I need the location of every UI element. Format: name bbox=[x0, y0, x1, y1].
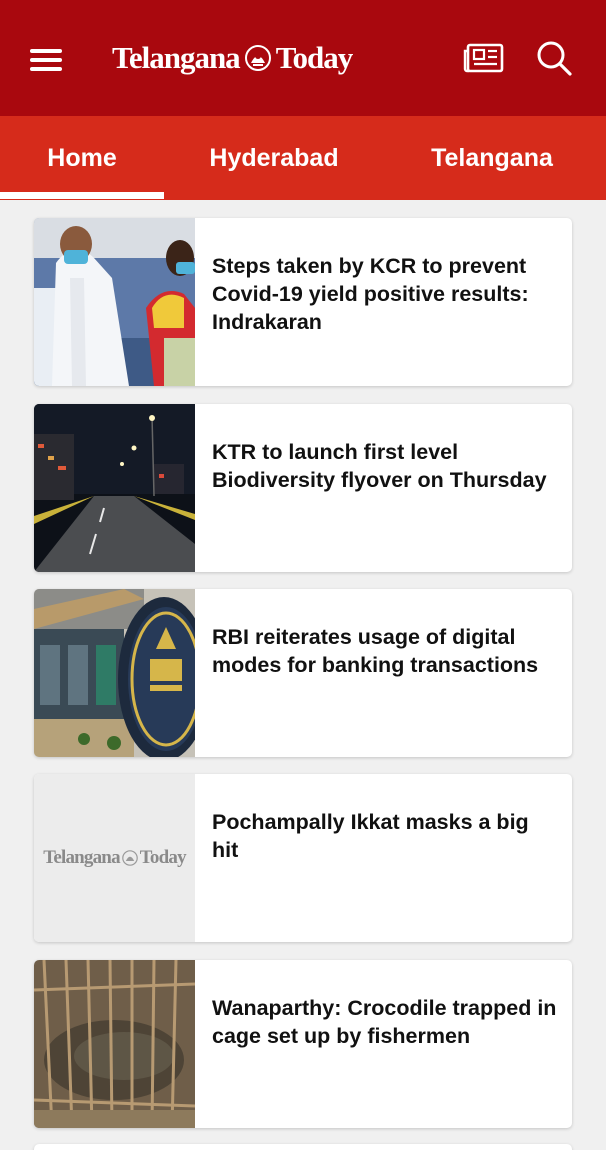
article-thumbnail bbox=[34, 589, 195, 757]
tab-hyderabad[interactable]: Hyderabad bbox=[186, 116, 362, 200]
article-card[interactable]: RBI reiterates usage of digital modes fo… bbox=[34, 589, 572, 757]
tab-home[interactable]: Home bbox=[0, 116, 164, 200]
article-card[interactable] bbox=[34, 1144, 572, 1150]
brand-logo[interactable]: Telangana Today bbox=[112, 36, 354, 80]
article-thumbnail bbox=[34, 960, 195, 1128]
emblem-icon bbox=[244, 45, 271, 71]
article-thumbnail bbox=[34, 404, 195, 572]
article-card[interactable]: Wanaparthy: Crocodile trapped in cage se… bbox=[34, 960, 572, 1128]
article-headline[interactable]: RBI reiterates usage of digital modes fo… bbox=[212, 623, 560, 679]
hamburger-menu-icon[interactable] bbox=[30, 46, 64, 72]
article-card[interactable]: Steps taken by KCR to prevent Covid-19 y… bbox=[34, 218, 572, 386]
article-card[interactable]: KTR to launch first level Biodiversity f… bbox=[34, 404, 572, 572]
article-thumbnail bbox=[34, 218, 195, 386]
placeholder-logo: Telangana Today bbox=[34, 774, 195, 942]
article-headline[interactable]: Steps taken by KCR to prevent Covid-19 y… bbox=[212, 252, 560, 336]
emblem-icon bbox=[121, 850, 138, 866]
placeholder-brand-part2: Today bbox=[139, 847, 187, 868]
article-card[interactable]: Telangana Today Pochampally Ikkat masks … bbox=[34, 774, 572, 942]
article-headline[interactable]: Pochampally Ikkat masks a big hit bbox=[212, 808, 560, 864]
tab-telangana[interactable]: Telangana bbox=[402, 116, 582, 200]
brand-name-part2: Today bbox=[275, 40, 354, 75]
active-tab-indicator bbox=[0, 192, 164, 199]
newspaper-icon[interactable] bbox=[463, 42, 505, 74]
article-thumbnail: Telangana Today bbox=[34, 774, 195, 942]
search-icon[interactable] bbox=[534, 38, 574, 78]
placeholder-brand-part1: Telangana bbox=[43, 847, 120, 868]
article-headline[interactable]: KTR to launch first level Biodiversity f… bbox=[212, 438, 560, 494]
brand-name-part1: Telangana bbox=[112, 40, 241, 75]
article-headline[interactable]: Wanaparthy: Crocodile trapped in cage se… bbox=[212, 994, 560, 1050]
app-bar: Telangana Today bbox=[0, 0, 606, 116]
tab-bar: Home Hyderabad Telangana bbox=[0, 116, 606, 200]
